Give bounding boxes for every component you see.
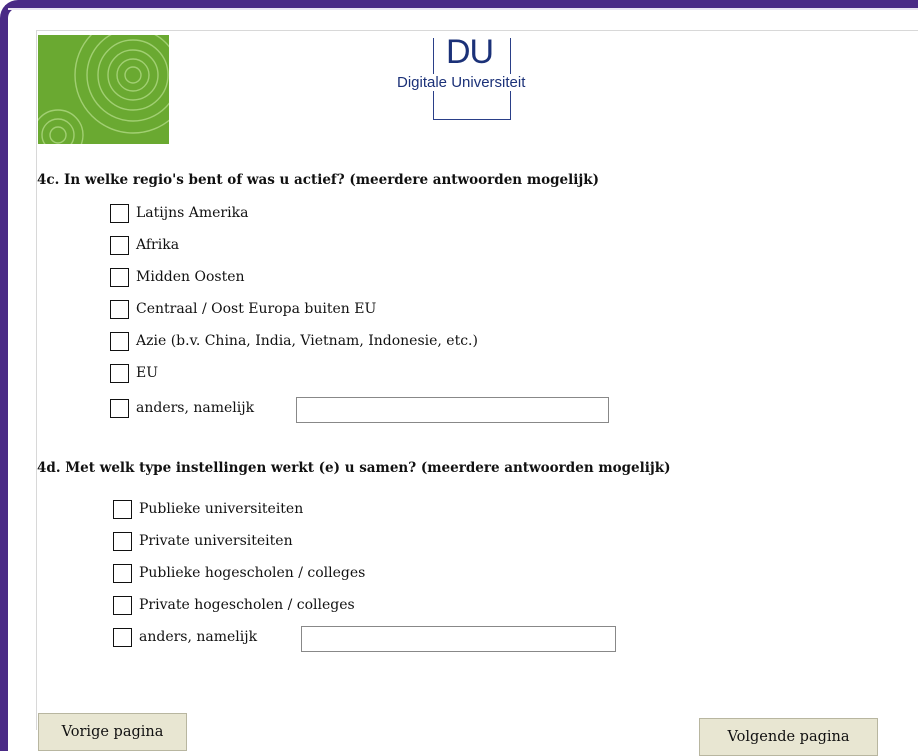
checkbox[interactable] [110,267,129,287]
option-4d-other[interactable]: anders, namelijk [113,626,257,648]
other-institution-input[interactable] [301,626,616,652]
option-label: Private universiteiten [139,533,293,549]
checkbox[interactable] [110,299,129,319]
option-4c-5[interactable]: Azie (b.v. China, India, Vietnam, Indone… [110,330,478,352]
option-4c-6[interactable]: EU [110,362,158,384]
option-4d-4[interactable]: Private hogescholen / colleges [113,594,355,616]
question-4c-title: 4c. In welke regio's bent of was u actie… [37,172,600,188]
checkbox[interactable] [110,398,129,418]
checkbox[interactable] [110,235,129,255]
green-swirl-logo [38,35,169,144]
option-label: Midden Oosten [136,269,245,285]
other-region-input[interactable] [296,397,609,423]
du-name: Digitale Universiteit [396,74,527,91]
option-label: EU [136,365,159,381]
option-4c-1[interactable]: Latijns Amerika [110,202,248,224]
option-label: Publieke universiteiten [139,501,304,517]
option-label: anders, namelijk [139,629,258,645]
option-4c-2[interactable]: Afrika [110,234,179,256]
option-4c-3[interactable]: Midden Oosten [110,266,245,288]
frame-highlight [8,8,918,10]
option-4c-other[interactable]: anders, namelijk [110,397,254,419]
option-4d-3[interactable]: Publieke hogescholen / colleges [113,562,365,584]
checkbox[interactable] [113,627,132,647]
option-label: Publieke hogescholen / colleges [139,565,366,581]
checkbox[interactable] [113,531,132,551]
previous-page-button[interactable]: Vorige pagina [38,713,187,751]
du-logo: DU Digitale Universiteit [386,33,586,121]
option-label: Private hogescholen / colleges [139,597,355,613]
checkbox[interactable] [113,499,132,519]
option-4c-4[interactable]: Centraal / Oost Europa buiten EU [110,298,376,320]
option-label: Afrika [136,237,180,253]
checkbox[interactable] [110,203,129,223]
option-4d-2[interactable]: Private universiteiten [113,530,293,552]
checkbox[interactable] [113,563,132,583]
option-4d-1[interactable]: Publieke universiteiten [113,498,303,520]
question-4d-title: 4d. Met welk type instellingen werkt (e)… [37,460,671,476]
du-abbrev: DU [446,33,494,71]
option-label: Centraal / Oost Europa buiten EU [136,301,377,317]
next-page-button[interactable]: Volgende pagina [699,718,878,756]
checkbox[interactable] [113,595,132,615]
option-label: Azie (b.v. China, India, Vietnam, Indone… [136,333,478,349]
checkbox[interactable] [110,363,129,383]
option-label: anders, namelijk [136,400,255,416]
option-label: Latijns Amerika [136,205,249,221]
checkbox[interactable] [110,331,129,351]
